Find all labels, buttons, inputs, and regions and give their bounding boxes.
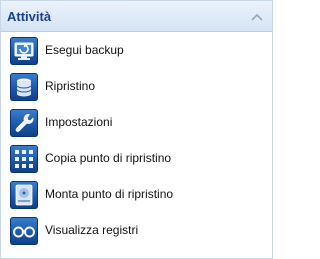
task-label: Ripristino — [45, 79, 96, 93]
grid-copy-icon — [10, 145, 38, 173]
panel-title: Attività — [7, 9, 52, 24]
task-label: Esegui backup — [45, 43, 124, 57]
glasses-icon — [10, 217, 38, 245]
task-item-copia-punto[interactable]: Copia punto di ripristino — [1, 143, 272, 179]
hard-drive-mount-icon — [10, 181, 38, 209]
task-label: Monta punto di ripristino — [45, 187, 174, 201]
monitor-backup-icon — [10, 37, 38, 65]
task-label: Impostazioni — [45, 115, 113, 129]
task-item-ripristino[interactable]: Ripristino — [1, 71, 272, 107]
task-item-impostazioni[interactable]: Impostazioni — [1, 107, 272, 143]
database-restore-icon — [10, 73, 38, 101]
collapse-button[interactable] — [250, 10, 264, 24]
panel-header: Attività — [1, 1, 272, 32]
tasks-panel: Attività Esegui backup Ripristino Impost… — [0, 0, 273, 259]
wrench-icon — [10, 109, 38, 137]
task-label: Visualizza registri — [45, 223, 139, 237]
chevron-up-icon — [251, 13, 263, 21]
task-item-monta-punto[interactable]: Monta punto di ripristino — [1, 179, 272, 215]
task-label: Copia punto di ripristino — [45, 151, 172, 165]
task-item-esegui-backup[interactable]: Esegui backup — [1, 35, 272, 71]
task-item-visualizza-registri[interactable]: Visualizza registri — [1, 215, 272, 251]
